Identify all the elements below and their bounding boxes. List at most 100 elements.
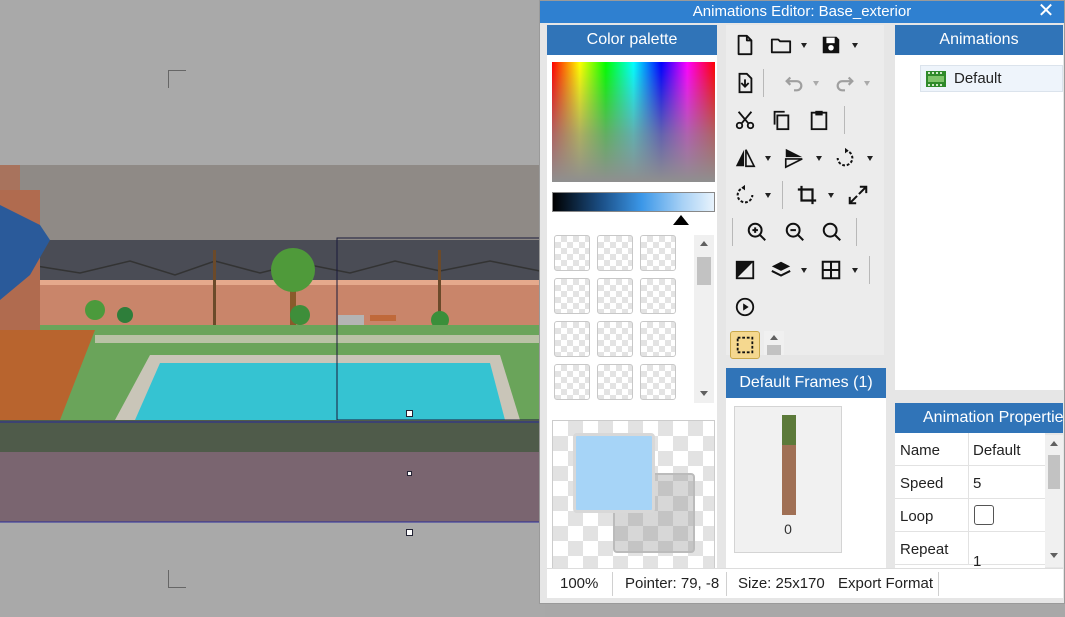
flip-horizontal-dropdown-icon[interactable] [765, 156, 771, 161]
color-swatch[interactable] [597, 278, 633, 314]
color-swatch[interactable] [640, 235, 676, 271]
crop-icon[interactable] [794, 181, 820, 209]
scroll-up-icon[interactable] [1050, 441, 1058, 446]
scene-canvas[interactable] [0, 165, 545, 525]
properties-scrollbar[interactable] [1045, 435, 1063, 567]
resize-handle[interactable] [406, 529, 413, 536]
frame-thumbnail[interactable]: 0 [734, 406, 842, 553]
property-row-repeat[interactable]: Repeat 1 [895, 532, 1045, 569]
color-swatch[interactable] [597, 235, 633, 271]
canvas-corner-bottom-left [168, 570, 186, 588]
bush [290, 305, 310, 325]
scroll-thumb[interactable] [697, 257, 711, 285]
color-swatch[interactable] [597, 321, 633, 357]
export-format[interactable]: Export Format [838, 575, 938, 592]
scroll-up-icon[interactable] [770, 335, 778, 340]
path-stones [95, 335, 545, 343]
scroll-up-icon[interactable] [700, 241, 708, 246]
animations-editor-window: Animations Editor: Base_exterior ✕ Color… [539, 0, 1065, 604]
loop-checkbox[interactable] [974, 505, 994, 525]
close-icon[interactable]: ✕ [1036, 1, 1056, 23]
property-value[interactable]: 5 [973, 475, 981, 492]
color-swatch[interactable] [597, 364, 633, 400]
rotate-dropdown-icon[interactable] [867, 156, 873, 161]
paste-icon[interactable] [806, 106, 832, 134]
grid-dropdown-icon[interactable] [852, 268, 858, 273]
toolbar [726, 25, 884, 359]
zoom-in-icon[interactable] [744, 218, 770, 246]
copy-icon[interactable] [768, 106, 794, 134]
property-row-loop[interactable]: Loop [895, 499, 1045, 532]
animation-name: Default [954, 70, 1002, 87]
play-icon[interactable] [732, 293, 758, 321]
frames-panel: 0 [726, 398, 886, 568]
shade-marker-icon[interactable] [673, 215, 689, 225]
redo-dropdown-icon[interactable] [864, 81, 870, 86]
open-folder-icon[interactable] [768, 31, 794, 59]
canvas-corner-top-left [168, 70, 186, 88]
flip-horizontal-icon[interactable] [732, 144, 758, 172]
scroll-down-icon[interactable] [1050, 553, 1058, 558]
frame-sprite-top [782, 415, 796, 445]
undo-icon[interactable] [781, 69, 807, 97]
color-swatch[interactable] [554, 364, 590, 400]
bush [85, 300, 105, 320]
save-dropdown-icon[interactable] [852, 43, 858, 48]
toolbar-scrollbar[interactable] [764, 331, 784, 355]
frame-sprite [782, 415, 796, 515]
property-value[interactable]: Default [973, 442, 1021, 459]
redo-icon[interactable] [832, 69, 858, 97]
color-swatch[interactable] [640, 321, 676, 357]
scroll-down-icon[interactable] [700, 391, 708, 396]
animation-item-default[interactable]: Default [920, 65, 1063, 92]
back-wall [0, 165, 545, 240]
bush [117, 307, 133, 323]
contrast-icon[interactable] [732, 256, 758, 284]
zoom-level: 100% [560, 575, 599, 592]
flip-vertical-icon[interactable] [781, 144, 807, 172]
crop-dropdown-icon[interactable] [828, 193, 834, 198]
resize-handle[interactable] [407, 471, 412, 476]
rotate-right-icon[interactable] [732, 181, 758, 209]
window-titlebar[interactable]: Animations Editor: Base_exterior ✕ [540, 1, 1064, 23]
resize-handle[interactable] [406, 410, 413, 417]
column-divider [968, 532, 969, 565]
selection-icon[interactable] [730, 331, 760, 359]
lower-area [0, 452, 545, 522]
property-label: Repeat [900, 541, 949, 558]
property-row-name[interactable]: Name Default [895, 433, 1045, 466]
property-label: Name [900, 442, 941, 459]
color-swatch[interactable] [640, 278, 676, 314]
flip-vertical-dropdown-icon[interactable] [816, 156, 822, 161]
property-value[interactable]: 1 [973, 553, 981, 569]
rotate-icon[interactable] [832, 144, 858, 172]
shade-gradient-bar[interactable] [552, 192, 715, 212]
zoom-out-icon[interactable] [782, 218, 808, 246]
toolbar-separator [763, 69, 764, 97]
layers-icon[interactable] [768, 256, 794, 284]
zoom-reset-icon[interactable] [819, 218, 845, 246]
save-icon[interactable] [818, 31, 844, 59]
status-separator [938, 572, 939, 596]
primary-color-swatch[interactable] [573, 433, 655, 513]
undo-dropdown-icon[interactable] [813, 81, 819, 86]
layers-dropdown-icon[interactable] [801, 268, 807, 273]
color-swatch[interactable] [554, 235, 590, 271]
grid-icon[interactable] [818, 256, 844, 284]
new-file-icon[interactable] [732, 31, 758, 59]
scroll-thumb[interactable] [1048, 455, 1060, 489]
swatch-scrollbar[interactable] [694, 235, 714, 403]
rotate-right-dropdown-icon[interactable] [765, 193, 771, 198]
scroll-thumb[interactable] [767, 345, 781, 355]
resize-icon[interactable] [845, 181, 871, 209]
pool-water [135, 363, 505, 420]
property-row-speed[interactable]: Speed 5 [895, 466, 1045, 499]
color-palette-panel: Color palette [547, 25, 717, 570]
color-spectrum[interactable] [552, 62, 715, 182]
color-swatch[interactable] [554, 278, 590, 314]
color-swatch[interactable] [554, 321, 590, 357]
color-swatch[interactable] [640, 364, 676, 400]
cut-icon[interactable] [732, 106, 758, 134]
import-icon[interactable] [732, 69, 758, 97]
open-dropdown-icon[interactable] [801, 43, 807, 48]
